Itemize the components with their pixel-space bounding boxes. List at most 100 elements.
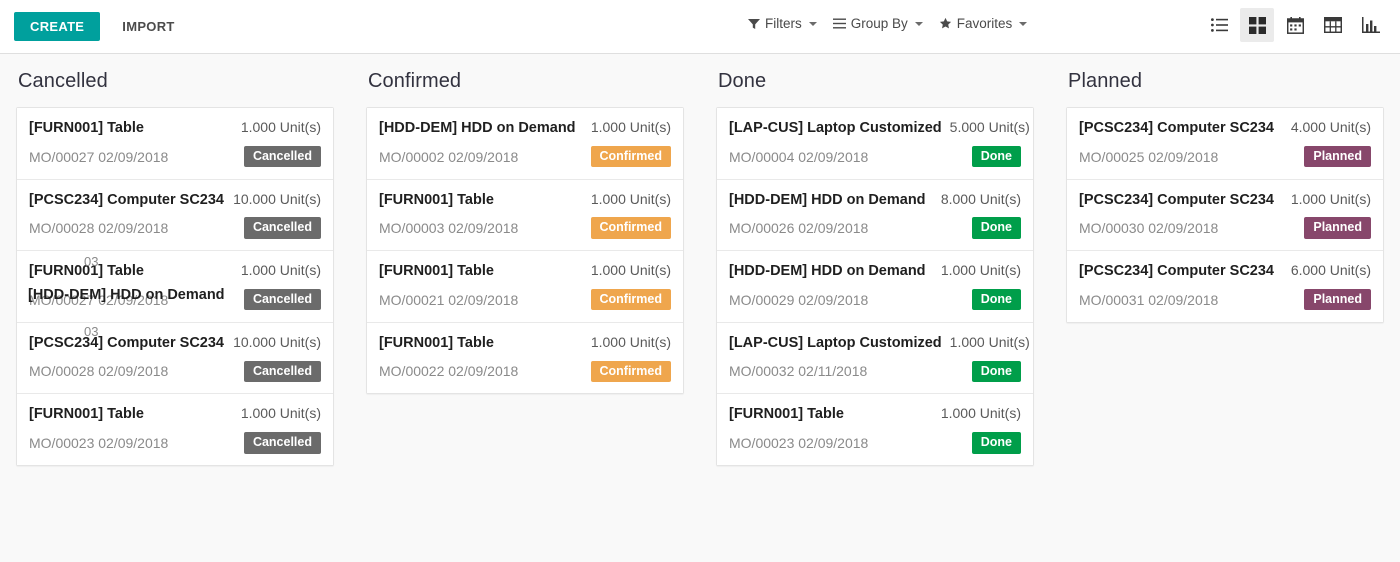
card-reference: MO/00025 02/09/2018 [1079, 148, 1219, 165]
card-product-name: [LAP-CUS] Laptop Customized [729, 120, 942, 136]
card-quantity: 6.000 Unit(s) [1290, 262, 1371, 279]
card-quantity: 1.000 Unit(s) [940, 262, 1021, 279]
kanban-card[interactable]: [PCSC234] Computer SC234 4.000 Unit(s) MO/… [1067, 108, 1383, 180]
status-badge: Cancelled [243, 217, 321, 239]
kanban-card[interactable]: [PCSC234] Computer SC234 6.000 Unit(s) MO/… [1067, 251, 1383, 322]
favorites-menu[interactable]: Favorites [939, 16, 1028, 31]
card-reference: MO/00023 02/09/2018 [729, 434, 869, 451]
card-quantity: 1.000 Unit(s) [240, 119, 321, 135]
card-quantity: 1.000 Unit(s) [590, 262, 671, 279]
bar-chart-icon [1362, 17, 1380, 33]
group-by-label: Group By [850, 16, 908, 31]
card-reference: MO/00021 02/09/2018 [379, 291, 519, 308]
filters-menu[interactable]: Filters [748, 16, 817, 31]
card-quantity: 1.000 Unit(s) [590, 119, 671, 135]
status-badge: Confirmed [590, 288, 671, 311]
card-reference: MO/00026 02/09/2018 [729, 220, 869, 237]
kanban-column-title: Done [718, 70, 767, 92]
kanban-card[interactable]: [FURN001] Table 1.000 Unit(s) MO/00023 02/… [717, 394, 1033, 465]
card-reference: MO/00027 02/09/2018 [29, 291, 169, 308]
card-reference: MO/00028 02/09/2018 [29, 363, 169, 380]
kanban-card[interactable]: [HDD-DEM] HDD on Demand 8.000 Unit(s) MO/0… [717, 179, 1033, 252]
status-badge: Confirmed [590, 217, 671, 239]
card-reference: MO/00002 02/09/2018 [379, 148, 519, 165]
card-product-name: [FURN001] Table [379, 263, 494, 280]
card-quantity: 5.000 Unit(s) [949, 119, 1030, 135]
status-badge: Done [971, 145, 1021, 168]
card-reference: MO/00004 02/09/2018 [729, 148, 869, 165]
card-product-name: [PCSC234] Computer SC234 [1079, 120, 1274, 136]
kanban-card[interactable]: [FURN001] Table 1.000 Unit(s) MO/00003 02/… [367, 179, 683, 252]
card-reference: MO/00028 02/09/2018 [29, 220, 169, 237]
card-product-name: [HDD-DEM] HDD on Demand [379, 120, 576, 136]
kanban-card[interactable]: [FURN001] Table 1.000 Unit(s) MO/00027 02/… [17, 108, 333, 180]
favorites-label: Favorites [956, 16, 1013, 31]
kanban-card[interactable]: [LAP-CUS] Laptop Customized 1.000 Unit(s)… [717, 322, 1033, 395]
card-quantity: 10.000 Unit(s) [233, 333, 321, 350]
control-panel-buttons: CREATE IMPORT [14, 11, 189, 42]
create-button[interactable]: CREATE [14, 12, 101, 41]
kanban-card[interactable]: [PCSC234] Computer SC234 10.000 Unit(s) MO… [17, 322, 333, 395]
card-quantity: 8.000 Unit(s) [940, 190, 1021, 207]
pivot-view-button[interactable] [1316, 8, 1350, 42]
status-badge: Done [971, 432, 1021, 454]
status-badge: Planned [1304, 145, 1371, 168]
card-product-name: [PCSC234] Computer SC234 [29, 334, 224, 351]
status-badge: Cancelled [243, 288, 321, 311]
kanban-card-list: [PCSC234] Computer SC234 4.000 Unit(s) MO/… [1066, 107, 1384, 323]
status-badge: Planned [1304, 288, 1371, 311]
kanban-column-done: Done [LAP-CUS] Laptop Customized 5.000 Uni… [700, 70, 1050, 466]
kanban-column-title: Confirmed [368, 70, 462, 92]
card-reference: MO/00029 02/09/2018 [729, 291, 869, 308]
card-reference: MO/00027 02/09/2018 [29, 148, 169, 165]
card-product-name: [FURN001] Table [29, 406, 144, 423]
card-quantity: 10.000 Unit(s) [233, 190, 321, 207]
status-badge: Done [971, 360, 1021, 382]
import-button[interactable]: IMPORT [108, 11, 188, 42]
status-badge: Done [971, 217, 1021, 239]
status-badge: Cancelled [243, 145, 321, 168]
status-badge: Done [971, 288, 1021, 311]
card-quantity: 1.000 Unit(s) [240, 262, 321, 279]
calendar-view-button[interactable] [1278, 8, 1312, 42]
kanban-column-title: Planned [1068, 70, 1143, 92]
kanban-card[interactable]: [PCSC234] Computer SC234 10.000 Unit(s) MO… [17, 179, 333, 252]
card-product-name: [FURN001] Table [379, 334, 494, 351]
kanban-column-planned: Planned [PCSC234] Computer SC234 4.000 Uni… [1050, 70, 1400, 323]
card-product-name: [PCSC234] Computer SC234 [1079, 263, 1274, 280]
kanban-view-button[interactable] [1240, 8, 1274, 42]
card-quantity: 1.000 Unit(s) [1290, 190, 1371, 207]
filter-icon [748, 18, 760, 30]
filters-label: Filters [765, 16, 802, 31]
kanban-card[interactable]: [FURN001] Table 1.000 Unit(s) MO/00023 02/… [17, 394, 333, 465]
kanban-column-cancelled: Cancelled [FURN001] Table 1.000 Unit(s) MO/… [0, 70, 350, 466]
kanban-card-list: [FURN001] Table 1.000 Unit(s) MO/00027 02/… [16, 107, 334, 466]
card-product-name: [LAP-CUS] Laptop Customized [729, 334, 942, 351]
kanban-card[interactable]: [HDD-DEM] HDD on Demand 1.000 Unit(s) MO/0… [717, 251, 1033, 323]
chevron-down-icon [1019, 21, 1028, 26]
graph-view-button[interactable] [1354, 8, 1388, 42]
card-reference: MO/00030 02/09/2018 [1079, 220, 1219, 237]
list-view-button[interactable] [1202, 8, 1236, 42]
status-badge: Cancelled [243, 432, 321, 454]
view-switcher [1202, 8, 1388, 42]
card-reference: MO/00031 02/09/2018 [1079, 291, 1219, 308]
star-icon [939, 17, 952, 30]
kanban-card[interactable]: [PCSC234] Computer SC234 1.000 Unit(s) MO/… [1067, 179, 1383, 252]
group-by-menu[interactable]: Group By [832, 16, 923, 31]
kanban-card[interactable]: [HDD-DEM] HDD on Demand 1.000 Unit(s) MO/0… [367, 108, 683, 180]
card-quantity: 1.000 Unit(s) [590, 333, 671, 350]
kanban-card[interactable]: [LAP-CUS] Laptop Customized 5.000 Unit(s)… [717, 108, 1033, 180]
search-menus: Filters Group By Favorites [748, 16, 1028, 31]
kanban-card-list: [LAP-CUS] Laptop Customized 5.000 Unit(s)… [716, 107, 1034, 466]
kanban-card[interactable]: [FURN001] Table 1.000 Unit(s) MO/00022 02/… [367, 322, 683, 394]
chevron-down-icon [808, 21, 817, 26]
calendar-icon [1286, 16, 1304, 34]
kanban-card[interactable]: [FURN001] Table 1.000 Unit(s) MO/00021 02/… [367, 251, 683, 323]
kanban-card[interactable]: [FURN001] Table 1.000 Unit(s) MO/00027 02/… [17, 251, 333, 323]
kanban-icon [1248, 16, 1266, 34]
status-badge: Confirmed [590, 360, 671, 382]
card-reference: MO/00003 02/09/2018 [379, 220, 519, 237]
card-quantity: 1.000 Unit(s) [240, 405, 321, 422]
pivot-table-icon [1324, 17, 1342, 33]
